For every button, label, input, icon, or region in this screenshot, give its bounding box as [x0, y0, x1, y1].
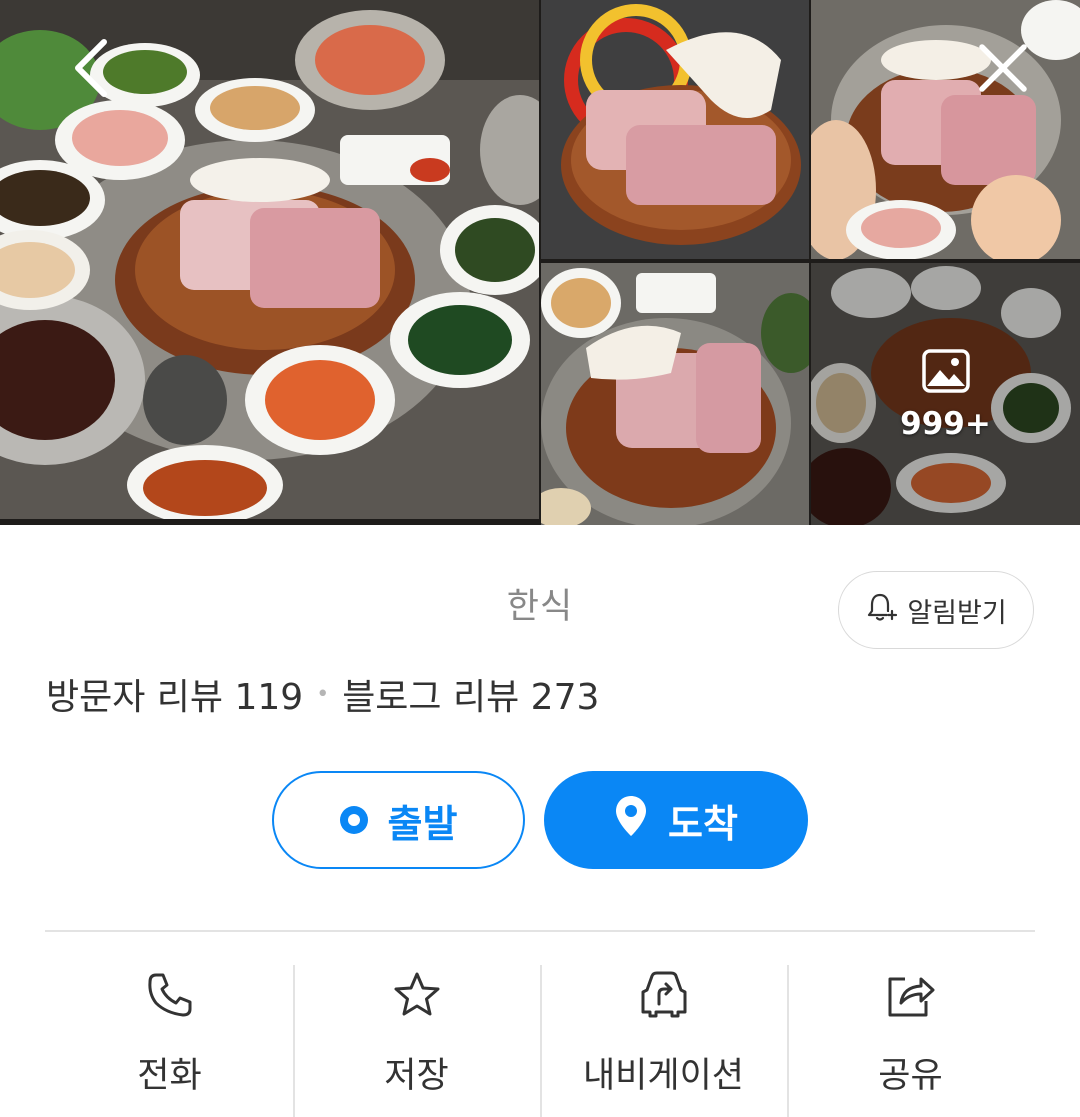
call-action[interactable]: 전화 [46, 965, 293, 1117]
back-button[interactable] [50, 30, 130, 110]
action-bar: 전화 저장 내비게이션 공유 [46, 965, 1034, 1117]
more-photos-overlay[interactable]: 999+ [811, 263, 1080, 525]
more-photos-count: 999+ [900, 406, 991, 442]
car-navigation-icon [637, 969, 691, 1021]
photo-gallery: 999+ [0, 0, 1080, 525]
share-action-label: 공유 [878, 1056, 943, 1096]
location-pin-icon [614, 794, 648, 847]
alarm-button[interactable]: 알림받기 [838, 571, 1034, 649]
visitor-review-link[interactable]: 방문자 리뷰 119 [46, 668, 303, 720]
gallery-photo-2[interactable] [541, 0, 809, 259]
save-action-label: 저장 [384, 1056, 449, 1096]
review-separator: • [316, 681, 330, 707]
gallery-photo-4[interactable] [541, 263, 809, 525]
chevron-left-icon [70, 38, 110, 102]
navigation-action[interactable]: 내비게이션 [540, 965, 787, 1117]
star-icon [392, 969, 442, 1021]
close-button[interactable] [963, 30, 1043, 110]
alarm-button-label: 알림받기 [907, 597, 1007, 629]
save-action[interactable]: 저장 [293, 965, 540, 1117]
section-divider [45, 930, 1035, 932]
close-icon [976, 41, 1030, 99]
call-action-label: 전화 [137, 1056, 202, 1096]
arrive-button-label: 도착 [668, 801, 738, 846]
review-summary: 방문자 리뷰 119 • 블로그 리뷰 273 [46, 668, 599, 720]
origin-dot-icon [339, 806, 368, 834]
start-button[interactable]: 출발 [272, 771, 525, 869]
blog-review-link[interactable]: 블로그 리뷰 273 [342, 668, 599, 720]
start-button-label: 출발 [387, 801, 458, 846]
share-action[interactable]: 공유 [787, 965, 1034, 1117]
bell-plus-icon [865, 590, 899, 631]
arrive-button[interactable]: 도착 [544, 771, 808, 869]
image-icon [921, 346, 971, 400]
phone-icon [146, 969, 194, 1021]
navigation-action-label: 내비게이션 [582, 1056, 744, 1096]
share-icon [885, 969, 937, 1021]
